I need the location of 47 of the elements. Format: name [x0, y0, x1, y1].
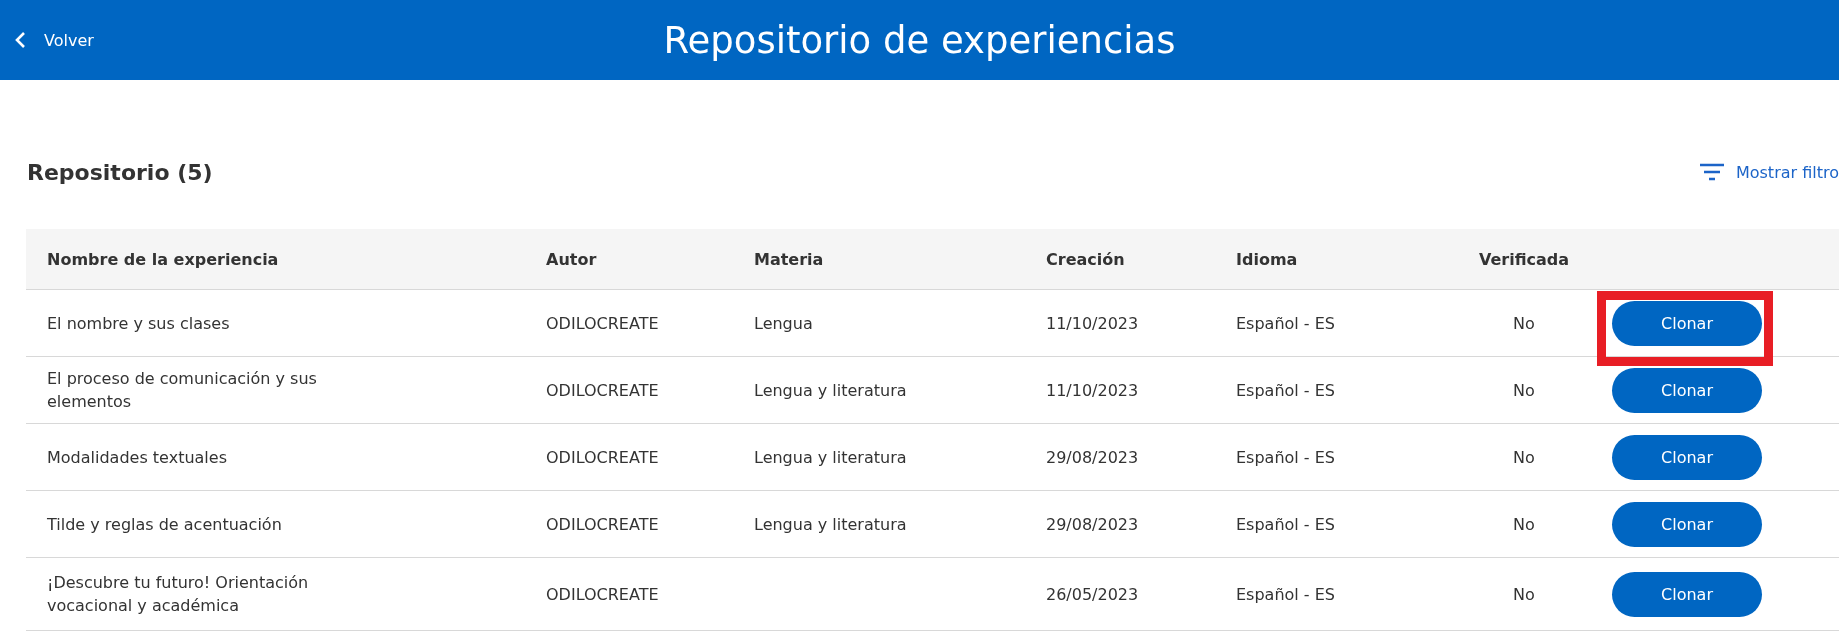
- table-cell: Lengua y literatura: [754, 447, 907, 467]
- column-header: Autor: [546, 249, 597, 269]
- section-title: Repositorio (5): [27, 159, 213, 185]
- table-cell: Español - ES: [1236, 447, 1335, 467]
- column-header: Nombre de la experiencia: [47, 249, 279, 269]
- table-cell: ODILOCREATE: [546, 584, 659, 604]
- column-header: Materia: [754, 249, 824, 269]
- clone-button[interactable]: Clonar: [1612, 300, 1762, 346]
- table-cell: 11/10/2023: [1046, 313, 1139, 333]
- table-cell: Español - ES: [1236, 380, 1335, 400]
- filter-icon: [1699, 163, 1724, 181]
- table-cell: ODILOCREATE: [546, 514, 659, 534]
- table-cell: ODILOCREATE: [546, 447, 659, 467]
- table-cell: ODILOCREATE: [546, 313, 659, 333]
- table-cell: No: [1513, 313, 1535, 333]
- table-cell: 26/05/2023: [1046, 584, 1139, 604]
- chevron-left-icon: [14, 31, 26, 49]
- table-cell: Español - ES: [1236, 584, 1335, 604]
- back-link[interactable]: Volver: [14, 30, 94, 50]
- table-cell: No: [1513, 514, 1535, 534]
- table-cell: No: [1513, 447, 1535, 467]
- table-cell: Lengua: [754, 313, 813, 333]
- table-cell: Modalidades textuales: [47, 447, 227, 467]
- back-label: Volver: [44, 30, 94, 50]
- table-cell: ¡Descubre tu futuro! Orientación vocacional y académica: [47, 573, 309, 615]
- clone-button[interactable]: Clonar: [1612, 434, 1762, 480]
- table-cell: Español - ES: [1236, 514, 1335, 534]
- clone-button[interactable]: Clonar: [1612, 571, 1762, 617]
- table-cell: Lengua y literatura: [754, 380, 907, 400]
- clone-button[interactable]: Clonar: [1612, 367, 1762, 413]
- table-cell: Tilde y reglas de acentuación: [47, 514, 282, 534]
- column-header: Creación: [1046, 249, 1125, 269]
- table-cell: El proceso de comunicación y sus elementos: [47, 369, 317, 411]
- table-cell: 11/10/2023: [1046, 380, 1139, 400]
- table-cell: Español - ES: [1236, 313, 1335, 333]
- clone-button[interactable]: Clonar: [1612, 501, 1762, 547]
- table-cell: 29/08/2023: [1046, 514, 1139, 534]
- table-cell: No: [1513, 584, 1535, 604]
- table-cell: El nombre y sus clases: [47, 313, 230, 333]
- table-cell: Lengua y literatura: [754, 514, 907, 534]
- page-title: Repositorio de experiencias: [663, 18, 1176, 62]
- table-cell: ODILOCREATE: [546, 380, 659, 400]
- table-cell: 29/08/2023: [1046, 447, 1139, 467]
- table-cell: No: [1513, 380, 1535, 400]
- show-filters-link[interactable]: Mostrar filtro: [1699, 162, 1839, 182]
- column-header: Verificada: [1478, 249, 1570, 269]
- column-header: Idioma: [1236, 249, 1298, 269]
